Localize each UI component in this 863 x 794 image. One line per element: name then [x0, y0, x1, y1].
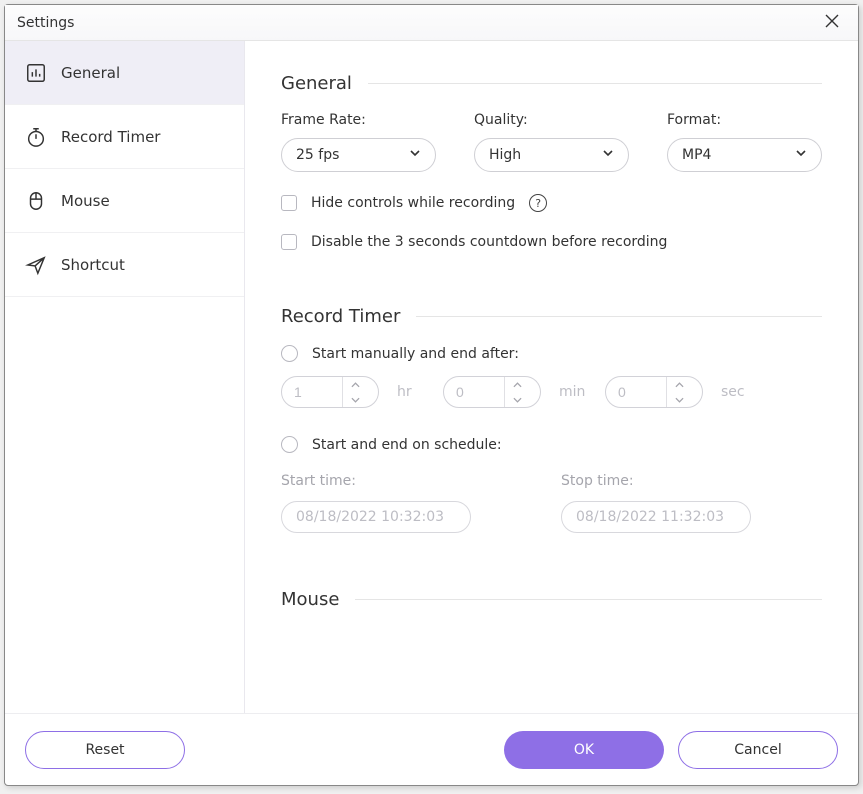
manual-end-row: Start manually and end after:: [281, 345, 822, 362]
start-time-label: Start time:: [281, 473, 471, 489]
select-value: 25 fps: [296, 147, 339, 163]
spin-buttons: [342, 377, 368, 407]
sidebar-item-mouse[interactable]: Mouse: [5, 169, 244, 233]
frame-rate-label: Frame Rate:: [281, 112, 436, 128]
close-icon: [824, 13, 840, 33]
mouse-icon: [25, 190, 47, 212]
button-label: Reset: [85, 742, 124, 758]
seconds-input[interactable]: [606, 384, 666, 400]
disable-countdown-checkbox[interactable]: [281, 234, 297, 250]
quality-column: Quality: High: [474, 112, 629, 172]
sidebar-item-label: Record Timer: [61, 128, 160, 146]
button-label: Cancel: [734, 742, 781, 758]
stop-time-value: 08/18/2022 11:32:03: [576, 509, 724, 525]
schedule-row: Start and end on schedule:: [281, 436, 822, 453]
schedule-radio[interactable]: [281, 436, 298, 453]
divider: [416, 316, 822, 317]
select-value: High: [489, 147, 521, 163]
sidebar-item-label: General: [61, 64, 120, 82]
seconds-spinner[interactable]: [605, 376, 703, 408]
schedule-label: Start and end on schedule:: [312, 437, 502, 453]
minutes-spinner[interactable]: [443, 376, 541, 408]
spin-up-button[interactable]: [343, 377, 368, 392]
stop-time-field[interactable]: 08/18/2022 11:32:03: [561, 501, 751, 533]
section-title: Mouse: [281, 589, 339, 610]
frame-rate-column: Frame Rate: 25 fps: [281, 112, 436, 172]
manual-end-radio[interactable]: [281, 345, 298, 362]
content: General Frame Rate: 25 fps Quality: High: [245, 41, 858, 713]
hours-input[interactable]: [282, 384, 342, 400]
hide-controls-row: Hide controls while recording ?: [281, 194, 822, 212]
minutes-unit: min: [559, 384, 587, 400]
reset-button[interactable]: Reset: [25, 731, 185, 769]
hide-controls-label: Hide controls while recording: [311, 195, 515, 211]
stop-time-column: Stop time: 08/18/2022 11:32:03: [561, 473, 751, 533]
divider: [368, 83, 822, 84]
disable-countdown-label: Disable the 3 seconds countdown before r…: [311, 234, 667, 250]
spin-buttons: [504, 377, 530, 407]
spin-buttons: [666, 377, 692, 407]
frame-rate-select[interactable]: 25 fps: [281, 138, 436, 172]
stop-time-label: Stop time:: [561, 473, 751, 489]
chevron-down-icon: [409, 147, 421, 163]
paper-plane-icon: [25, 254, 47, 276]
sidebar-item-shortcut[interactable]: Shortcut: [5, 233, 244, 297]
help-icon[interactable]: ?: [529, 194, 547, 212]
hide-controls-checkbox[interactable]: [281, 195, 297, 211]
section-heading-general: General: [281, 73, 822, 94]
spin-down-button[interactable]: [343, 392, 368, 407]
ok-button[interactable]: OK: [504, 731, 664, 769]
sidebar-item-general[interactable]: General: [5, 41, 244, 105]
sidebar-item-record-timer[interactable]: Record Timer: [5, 105, 244, 169]
start-time-field[interactable]: 08/18/2022 10:32:03: [281, 501, 471, 533]
titlebar: Settings: [5, 5, 858, 41]
close-button[interactable]: [818, 9, 846, 37]
quality-label: Quality:: [474, 112, 629, 128]
manual-end-label: Start manually and end after:: [312, 346, 519, 362]
body: General Record Timer Mouse Shortcut: [5, 41, 858, 713]
hours-spinner[interactable]: [281, 376, 379, 408]
settings-window: Settings General Record Timer: [4, 4, 859, 786]
duration-row: hr min sec: [281, 376, 822, 408]
format-column: Format: MP4: [667, 112, 822, 172]
format-select[interactable]: MP4: [667, 138, 822, 172]
sidebar: General Record Timer Mouse Shortcut: [5, 41, 245, 713]
start-time-value: 08/18/2022 10:32:03: [296, 509, 444, 525]
select-value: MP4: [682, 147, 711, 163]
chevron-down-icon: [602, 147, 614, 163]
spin-down-button[interactable]: [667, 392, 692, 407]
format-label: Format:: [667, 112, 822, 128]
stopwatch-icon: [25, 126, 47, 148]
spin-up-button[interactable]: [667, 377, 692, 392]
general-options-row: Frame Rate: 25 fps Quality: High Format:: [281, 112, 822, 172]
button-label: OK: [574, 742, 594, 758]
sidebar-item-label: Shortcut: [61, 256, 125, 274]
spin-down-button[interactable]: [505, 392, 530, 407]
cancel-button[interactable]: Cancel: [678, 731, 838, 769]
footer: Reset OK Cancel: [5, 713, 858, 785]
hours-unit: hr: [397, 384, 425, 400]
bar-chart-icon: [25, 62, 47, 84]
section-heading-record-timer: Record Timer: [281, 306, 822, 327]
start-time-column: Start time: 08/18/2022 10:32:03: [281, 473, 471, 533]
window-title: Settings: [17, 15, 818, 31]
spin-up-button[interactable]: [505, 377, 530, 392]
disable-countdown-row: Disable the 3 seconds countdown before r…: [281, 234, 822, 250]
quality-select[interactable]: High: [474, 138, 629, 172]
chevron-down-icon: [795, 147, 807, 163]
minutes-input[interactable]: [444, 384, 504, 400]
seconds-unit: sec: [721, 384, 749, 400]
divider: [355, 599, 822, 600]
section-title: Record Timer: [281, 306, 400, 327]
section-title: General: [281, 73, 352, 94]
sidebar-item-label: Mouse: [61, 192, 110, 210]
section-heading-mouse: Mouse: [281, 589, 822, 610]
schedule-times: Start time: 08/18/2022 10:32:03 Stop tim…: [281, 473, 822, 533]
